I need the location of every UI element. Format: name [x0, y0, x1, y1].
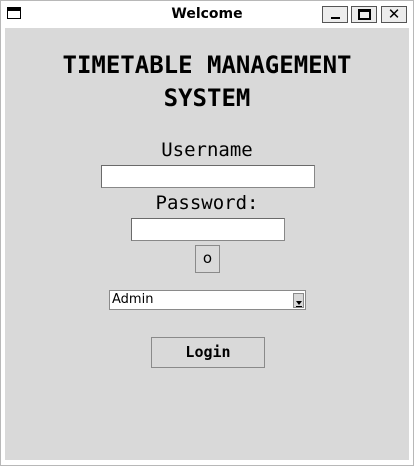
minimize-button[interactable] — [322, 6, 348, 23]
password-field[interactable] — [131, 218, 285, 241]
password-label: Password: — [155, 192, 259, 214]
dropdown-arrow-icon[interactable] — [293, 293, 304, 308]
login-panel: TIMETABLE MANAGEMENT SYSTEM Username Pas… — [5, 28, 409, 460]
show-password-button[interactable]: o — [195, 245, 220, 273]
page-title-line-2: SYSTEM — [163, 84, 251, 112]
username-label: Username — [161, 139, 253, 161]
maximize-icon — [358, 9, 371, 20]
title-bar: Welcome ✕ — [1, 1, 413, 28]
role-select[interactable]: Admin — [109, 290, 306, 310]
page-title: TIMETABLE MANAGEMENT SYSTEM — [5, 49, 409, 115]
minimize-icon — [331, 17, 340, 19]
page-title-line-1: TIMETABLE MANAGEMENT — [62, 51, 352, 79]
role-select-value: Admin — [112, 292, 154, 307]
maximize-button[interactable] — [351, 6, 377, 23]
username-field[interactable] — [101, 165, 315, 188]
close-button[interactable]: ✕ — [381, 6, 407, 23]
app-window: Welcome ✕ TIMETABLE MANAGEMENT SYSTEM Us… — [0, 0, 414, 466]
close-icon: ✕ — [387, 5, 401, 23]
login-button[interactable]: Login — [151, 337, 265, 368]
